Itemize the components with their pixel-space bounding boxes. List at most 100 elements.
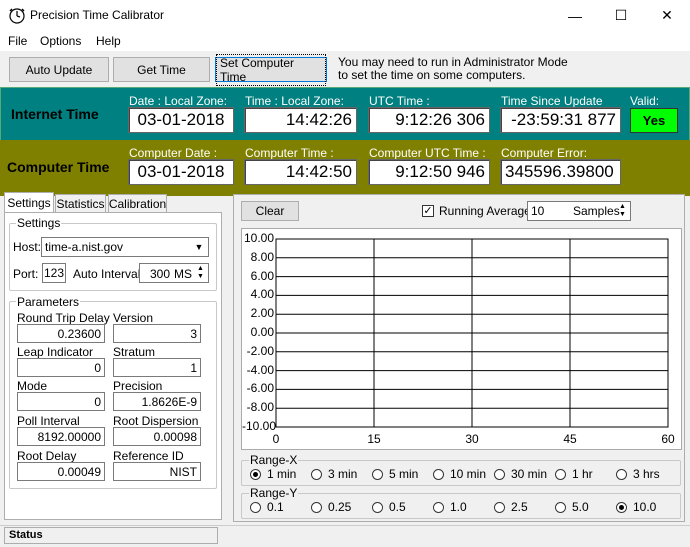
param-value: 0 [17, 392, 105, 411]
host-label: Host: [13, 240, 42, 254]
range-y-radio[interactable] [311, 502, 322, 513]
param-value: 1.8626E-9 [113, 392, 201, 411]
internet-time-title: Internet Time [11, 106, 99, 122]
range-x-option-label[interactable]: 1 hr [572, 467, 593, 481]
clock-icon [9, 8, 25, 24]
maximize-button[interactable]: ☐ [598, 0, 644, 31]
param-label: Mode [17, 379, 48, 393]
port-input[interactable]: 123 [42, 263, 66, 283]
computer-error-value: 345596.39800 [500, 159, 621, 185]
x-tick-label: 15 [367, 432, 381, 446]
y-tick-label: -2.00 [246, 343, 274, 358]
host-value: time-a.nist.gov [45, 240, 124, 254]
param-value: NIST [113, 462, 201, 481]
time-since-update-value: -23:59:31 877 [500, 107, 621, 133]
range-y-option-label[interactable]: 0.1 [267, 500, 284, 514]
admin-note-line2: to set the time on some computers. [338, 68, 526, 82]
param-value: 8192.00000 [17, 427, 105, 446]
spin-up-icon[interactable]: ▲ [194, 265, 207, 273]
tab-settings[interactable]: Settings [4, 192, 54, 213]
range-x-radio[interactable] [494, 469, 505, 480]
auto-interval-unit: MS [174, 267, 192, 281]
range-y-radio[interactable] [433, 502, 444, 513]
running-average-checkbox[interactable]: ✓ [422, 205, 434, 217]
valid-status-badge: Yes [630, 108, 678, 133]
range-y-radio[interactable] [494, 502, 505, 513]
y-tick-label: 0.00 [250, 325, 274, 339]
spin-up-icon[interactable]: ▲ [616, 203, 629, 211]
close-button[interactable]: ✕ [644, 0, 690, 31]
menu-help[interactable]: Help [96, 34, 121, 48]
menu-options[interactable]: Options [40, 34, 81, 48]
y-tick-label: -8.00 [246, 400, 274, 415]
time-since-update-label: Time Since Update [501, 94, 603, 108]
range-y-option-label[interactable]: 2.5 [511, 500, 528, 514]
range-y-radio[interactable] [616, 502, 627, 513]
range-x-radio[interactable] [555, 469, 566, 480]
y-tick-label: -6.00 [246, 381, 274, 396]
time-chart [275, 238, 669, 428]
get-time-button[interactable]: Get Time [113, 57, 210, 82]
range-y-option-label[interactable]: 0.25 [328, 500, 351, 514]
range-x-option-label[interactable]: 30 min [511, 467, 547, 481]
range-x-option-label[interactable]: 10 min [450, 467, 486, 481]
param-value: 3 [113, 324, 201, 343]
range-y-radio[interactable] [372, 502, 383, 513]
spin-down-icon[interactable]: ▼ [616, 211, 629, 219]
range-x-radio[interactable] [250, 469, 261, 480]
range-x-radio[interactable] [616, 469, 627, 480]
tab-statistics[interactable]: Statistics [55, 194, 106, 212]
range-x-radio[interactable] [433, 469, 444, 480]
spin-down-icon[interactable]: ▼ [194, 273, 207, 281]
y-tick-label: 2.00 [250, 306, 274, 321]
range-y-option-label[interactable]: 0.5 [389, 500, 406, 514]
y-tick-label: 4.00 [250, 287, 274, 302]
samples-unit: Samples [573, 204, 620, 218]
x-tick-label: 0 [272, 432, 280, 446]
param-value: 0.23600 [17, 324, 105, 343]
y-tick-label: 10.00 [243, 231, 274, 245]
status-label: Status [9, 529, 43, 541]
settings-group-label: Settings [16, 216, 62, 230]
range-y-option-label[interactable]: 10.0 [633, 500, 656, 514]
minimize-button[interactable]: — [552, 0, 598, 31]
internet-time-label: Time : Local Zone: [245, 94, 344, 108]
tab-calibration[interactable]: Calibration [108, 194, 167, 212]
internet-utc-value: 9:12:26 306 [368, 107, 490, 133]
host-dropdown[interactable]: time-a.nist.gov ▼ [41, 237, 209, 257]
range-x-option-label[interactable]: 3 min [328, 467, 357, 481]
param-label: Poll Interval [17, 414, 80, 428]
port-label: Port: [13, 267, 39, 281]
range-x-option-label[interactable]: 1 min [267, 467, 296, 481]
computer-time-value: 14:42:50 [244, 159, 357, 185]
range-x-radio[interactable] [372, 469, 383, 480]
samples-stepper[interactable]: 10 Samples ▲ ▼ [527, 201, 631, 221]
y-tick-label: 8.00 [250, 249, 274, 264]
set-computer-time-button[interactable]: Set Computer Time [215, 53, 327, 86]
param-label: Precision [113, 379, 163, 393]
range-x-option-label[interactable]: 5 min [389, 467, 418, 481]
param-label: Root Dispersion [113, 414, 199, 428]
param-label: Round Trip Delay [17, 311, 110, 325]
y-tick-label: -4.00 [246, 362, 274, 377]
clear-button[interactable]: Clear [241, 201, 299, 221]
computer-time-title: Computer Time [7, 159, 110, 175]
samples-value: 10 [531, 204, 545, 218]
range-x-radio[interactable] [311, 469, 322, 480]
range-y-radio[interactable] [555, 502, 566, 513]
computer-utc-label: Computer UTC Time : [369, 146, 486, 160]
set-computer-time-label: Set Computer Time [216, 53, 326, 86]
internet-date-label: Date : Local Zone: [129, 94, 228, 108]
internet-utc-label: UTC Time : [369, 94, 430, 108]
valid-label: Valid: [630, 94, 660, 108]
auto-interval-stepper[interactable]: 300 MS ▲ ▼ [139, 263, 209, 283]
computer-date-label: Computer Date : [129, 146, 218, 160]
range-y-option-label[interactable]: 1.0 [450, 500, 467, 514]
param-label: Root Delay [17, 449, 77, 463]
range-x-option-label[interactable]: 3 hrs [633, 467, 660, 481]
internet-date-value: 03-01-2018 [128, 107, 234, 133]
range-y-option-label[interactable]: 5.0 [572, 500, 589, 514]
menu-file[interactable]: File [8, 34, 27, 48]
auto-update-button[interactable]: Auto Update [9, 57, 109, 82]
range-y-radio[interactable] [250, 502, 261, 513]
